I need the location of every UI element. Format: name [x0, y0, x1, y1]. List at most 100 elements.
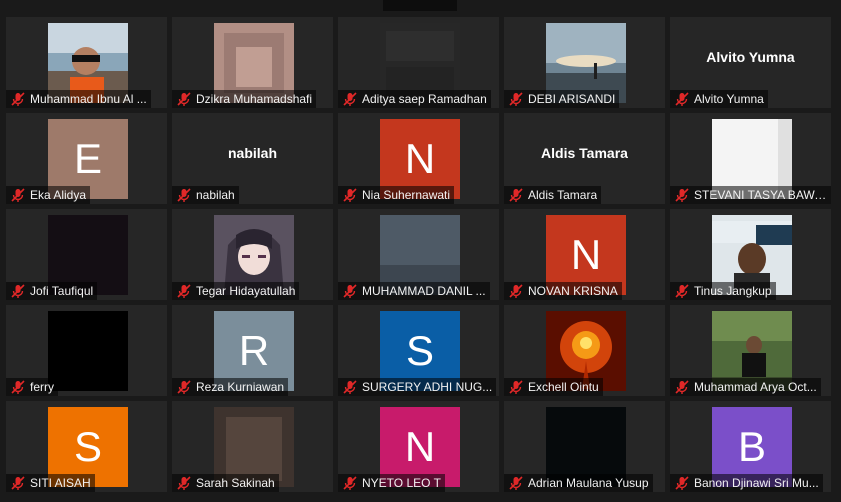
participant-label: Aldis Tamara [504, 186, 602, 204]
participant-label: ferry [6, 378, 58, 396]
participant-name: ferry [30, 380, 54, 394]
participant-label: Tinus Jangkup [670, 282, 776, 300]
participant-name: Reza Kurniawan [196, 380, 285, 394]
mic-muted-icon [509, 380, 523, 394]
participant-tile[interactable]: R Reza Kurniawan [172, 305, 333, 396]
mic-muted-icon [509, 188, 523, 202]
participant-tile[interactable]: MUHAMMAD DANIL ... [338, 209, 499, 300]
participant-name: Jofi Taufiqul [30, 284, 94, 298]
participant-tile[interactable]: STEVANI TASYA BAWA... [670, 113, 831, 204]
mic-muted-icon [343, 92, 357, 106]
mic-muted-icon [177, 188, 191, 202]
avatar-initial: N [404, 135, 436, 182]
participant-tile[interactable]: S SITI AISAH [6, 401, 167, 492]
mic-muted-icon [177, 380, 191, 394]
avatar-initial: S [405, 327, 434, 374]
mic-muted-icon [675, 188, 689, 202]
participant-display-name: Aldis Tamara [541, 145, 628, 161]
participant-name: Nia Suhernawati [362, 188, 451, 202]
participant-tile[interactable]: Tegar Hidayatullah [172, 209, 333, 300]
avatar-initial: B [737, 423, 766, 470]
participant-name: Adrian Maulana Yusup [528, 476, 649, 490]
participant-tile[interactable]: Dzikra Muhamadshafi [172, 17, 333, 108]
participant-name: STEVANI TASYA BAWA... [694, 188, 827, 202]
participant-label: Reza Kurniawan [172, 378, 289, 396]
participant-name: Alvito Yumna [694, 92, 764, 106]
mic-muted-icon [675, 476, 689, 490]
avatar-initial: N [570, 231, 602, 278]
participant-name: Banon Djinawi Sri Mu... [694, 476, 819, 490]
mic-muted-icon [177, 284, 191, 298]
participant-tile[interactable]: DEBI ARISANDI [504, 17, 665, 108]
participant-tile[interactable]: N NOVAN KRISNA [504, 209, 665, 300]
participant-tile[interactable]: B Banon Djinawi Sri Mu... [670, 401, 831, 492]
participant-tile[interactable]: Exchell Ointu [504, 305, 665, 396]
participant-tile[interactable]: Aditya saep Ramadhan [338, 17, 499, 108]
mic-muted-icon [675, 380, 689, 394]
participant-tile[interactable]: N Nia Suhernawati [338, 113, 499, 204]
mic-muted-icon [177, 476, 191, 490]
participant-tile[interactable]: Adrian Maulana Yusup [504, 401, 665, 492]
participant-tile[interactable]: S SURGERY ADHI NUG... [338, 305, 499, 396]
participant-name: SURGERY ADHI NUG... [362, 380, 493, 394]
mic-muted-icon [11, 284, 25, 298]
mic-muted-icon [675, 284, 689, 298]
participant-tile[interactable]: ferry [6, 305, 167, 396]
participant-label: nabilah [172, 186, 239, 204]
participant-name: nabilah [196, 188, 235, 202]
participant-label: Eka Alidya [6, 186, 91, 204]
avatar-initial: N [404, 423, 436, 470]
participant-name: Aldis Tamara [528, 188, 598, 202]
avatar-initial: S [73, 423, 102, 470]
participant-tile[interactable]: nabilah nabilah [172, 113, 333, 204]
participant-label: Banon Djinawi Sri Mu... [670, 474, 823, 492]
participant-tile[interactable]: Aldis Tamara Aldis Tamara [504, 113, 665, 204]
participant-label: Adrian Maulana Yusup [504, 474, 653, 492]
participant-name: Tegar Hidayatullah [196, 284, 296, 298]
participant-name: MUHAMMAD DANIL ... [362, 284, 486, 298]
participant-label: Aditya saep Ramadhan [338, 90, 491, 108]
participant-tile[interactable]: Sarah Sakinah [172, 401, 333, 492]
participant-name: Tinus Jangkup [694, 284, 772, 298]
mic-muted-icon [509, 476, 523, 490]
mic-muted-icon [675, 92, 689, 106]
participant-name: Exchell Ointu [528, 380, 599, 394]
avatar-initial: R [238, 327, 270, 374]
participant-tile[interactable]: Muhammad Ibnu Al ... [6, 17, 167, 108]
participant-photo [48, 311, 128, 391]
participant-name: DEBI ARISANDI [528, 92, 616, 106]
mic-muted-icon [343, 284, 357, 298]
participant-name: NOVAN KRISNA [528, 284, 618, 298]
participant-tile[interactable]: N NYETO LEO T [338, 401, 499, 492]
avatar-initial: E [73, 135, 102, 182]
participant-tile[interactable]: E Eka Alidya [6, 113, 167, 204]
participant-label: Exchell Ointu [504, 378, 603, 396]
participant-name: Muhammad Ibnu Al ... [30, 92, 147, 106]
participant-name: NYETO LEO T [362, 476, 441, 490]
participant-label: MUHAMMAD DANIL ... [338, 282, 490, 300]
participant-name: Sarah Sakinah [196, 476, 275, 490]
participant-label: SITI AISAH [6, 474, 95, 492]
mic-muted-icon [177, 92, 191, 106]
participant-label: SURGERY ADHI NUG... [338, 378, 497, 396]
participant-label: Jofi Taufiqul [6, 282, 98, 300]
participant-label: STEVANI TASYA BAWA... [670, 186, 831, 204]
participant-label: Nia Suhernawati [338, 186, 455, 204]
participant-tile[interactable]: Alvito Yumna Alvito Yumna [670, 17, 831, 108]
participant-tile[interactable]: Tinus Jangkup [670, 209, 831, 300]
participant-label: Alvito Yumna [670, 90, 768, 108]
mic-muted-icon [11, 188, 25, 202]
participant-label: NYETO LEO T [338, 474, 445, 492]
mic-muted-icon [509, 92, 523, 106]
participant-label: Muhammad Arya Oct... [670, 378, 821, 396]
participant-label: DEBI ARISANDI [504, 90, 620, 108]
mic-muted-icon [11, 476, 25, 490]
participant-tile[interactable]: Muhammad Arya Oct... [670, 305, 831, 396]
mic-muted-icon [343, 476, 357, 490]
participant-label: Muhammad Ibnu Al ... [6, 90, 151, 108]
participant-name: SITI AISAH [30, 476, 91, 490]
participant-grid: Muhammad Ibnu Al ... Dzikra Muhamadshafi [6, 17, 831, 492]
participant-label: Dzikra Muhamadshafi [172, 90, 317, 108]
participant-name: Aditya saep Ramadhan [362, 92, 487, 106]
participant-tile[interactable]: Jofi Taufiqul [6, 209, 167, 300]
